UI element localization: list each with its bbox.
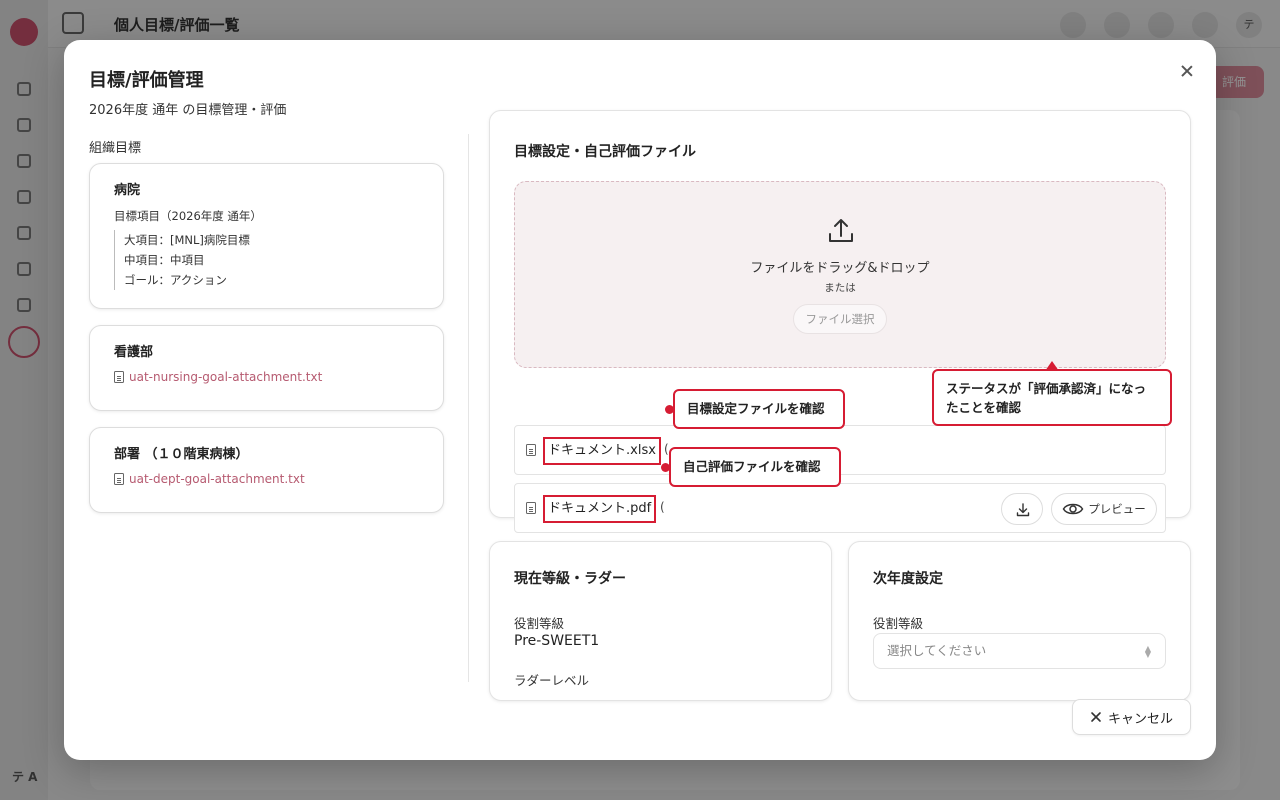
close-icon — [1091, 712, 1101, 722]
section-title: 現在等級・ラダー — [514, 571, 626, 587]
next-year-card: 次年度設定 役割等級 選択してください ▲ ▼ — [848, 541, 1191, 701]
card-title: 看護部 — [114, 345, 154, 360]
column-divider — [468, 134, 469, 682]
card-title: 部署 （１０階東病棟） — [114, 447, 249, 462]
goal-items: 目標項目（2026年度 通年） 大項目：[MNL]病院目標 中項目：中項目 ゴー… — [114, 208, 262, 290]
download-button[interactable] — [1001, 493, 1043, 525]
role-grade-label: 役割等級 — [873, 616, 924, 631]
attachment-link[interactable]: uat-nursing-goal-attachment.txt — [114, 370, 322, 384]
org-goal-card-hospital: 病院 目標項目（2026年度 通年） 大項目：[MNL]病院目標 中項目：中項目… — [89, 163, 444, 309]
goal-heading: 目標項目（2026年度 通年） — [114, 209, 262, 223]
org-goals-label: 組織目標 — [89, 141, 142, 156]
file-icon — [114, 473, 124, 485]
cancel-label: キャンセル — [1107, 711, 1173, 727]
drop-instruction: ファイルをドラッグ&ドロップ — [750, 261, 930, 276]
goal-middle-item: 中項目：中項目 — [124, 253, 205, 267]
annotation-self-eval-file: 自己評価ファイルを確認 — [669, 447, 841, 487]
section-title: 次年度設定 — [873, 571, 943, 587]
file-name[interactable]: ドキュメント.xlsx — [543, 437, 661, 465]
file-meta: ( — [664, 442, 669, 456]
cancel-button[interactable]: キャンセル — [1072, 699, 1191, 735]
section-title: 目標設定・自己評価ファイル — [514, 144, 696, 160]
file-icon — [526, 444, 536, 456]
org-goal-card-nursing: 看護部 uat-nursing-goal-attachment.txt — [89, 325, 444, 411]
file-select-button[interactable]: ファイル選択 — [793, 304, 887, 334]
annotation-status: ステータスが「評価承認済」になったことを確認 — [932, 369, 1172, 426]
upload-icon — [829, 219, 853, 242]
chevron-updown-icon: ▲ ▼ — [1144, 644, 1151, 659]
download-icon — [1016, 503, 1030, 517]
role-grade-select[interactable]: 選択してください ▲ ▼ — [873, 633, 1166, 669]
goal-major-item: 大項目：[MNL]病院目標 — [124, 233, 250, 247]
file-row-pdf: ドキュメント.pdf ( プレビュー — [514, 483, 1166, 533]
or-text: または — [824, 282, 856, 294]
preview-button[interactable]: プレビュー — [1051, 493, 1157, 525]
attachment-filename[interactable]: uat-dept-goal-attachment.txt — [129, 472, 305, 486]
ladder-level-label: ラダーレベル — [514, 673, 590, 688]
file-icon — [114, 371, 124, 383]
preview-label: プレビュー — [1088, 502, 1146, 516]
file-name[interactable]: ドキュメント.pdf — [543, 495, 657, 523]
select-placeholder: 選択してください — [887, 643, 987, 658]
goal-evaluation-modal: 目標/評価管理 2026年度 通年 の目標管理・評価 組織目標 病院 目標項目（… — [64, 40, 1216, 760]
close-icon[interactable] — [1176, 60, 1198, 82]
file-icon — [526, 502, 536, 514]
attachment-filename[interactable]: uat-nursing-goal-attachment.txt — [129, 370, 322, 384]
role-grade-value: Pre-SWEET1 — [514, 633, 600, 649]
role-grade-label: 役割等級 — [514, 616, 565, 631]
attachment-link[interactable]: uat-dept-goal-attachment.txt — [114, 472, 305, 486]
org-goal-card-dept: 部署 （１０階東病棟） uat-dept-goal-attachment.txt — [89, 427, 444, 513]
current-grade-card: 現在等級・ラダー 役割等級 Pre-SWEET1 ラダーレベル — [489, 541, 832, 701]
annotation-goal-file: 目標設定ファイルを確認 — [673, 389, 845, 429]
file-dropzone[interactable]: ファイルをドラッグ&ドロップ または ファイル選択 — [514, 181, 1166, 368]
card-title: 病院 — [114, 183, 141, 198]
file-meta: ( — [660, 500, 665, 514]
goal-action: ゴール：アクション — [124, 273, 227, 287]
modal-title: 目標/評価管理 — [89, 70, 204, 91]
eye-icon — [1062, 503, 1084, 515]
modal-subtitle: 2026年度 通年 の目標管理・評価 — [89, 103, 287, 118]
